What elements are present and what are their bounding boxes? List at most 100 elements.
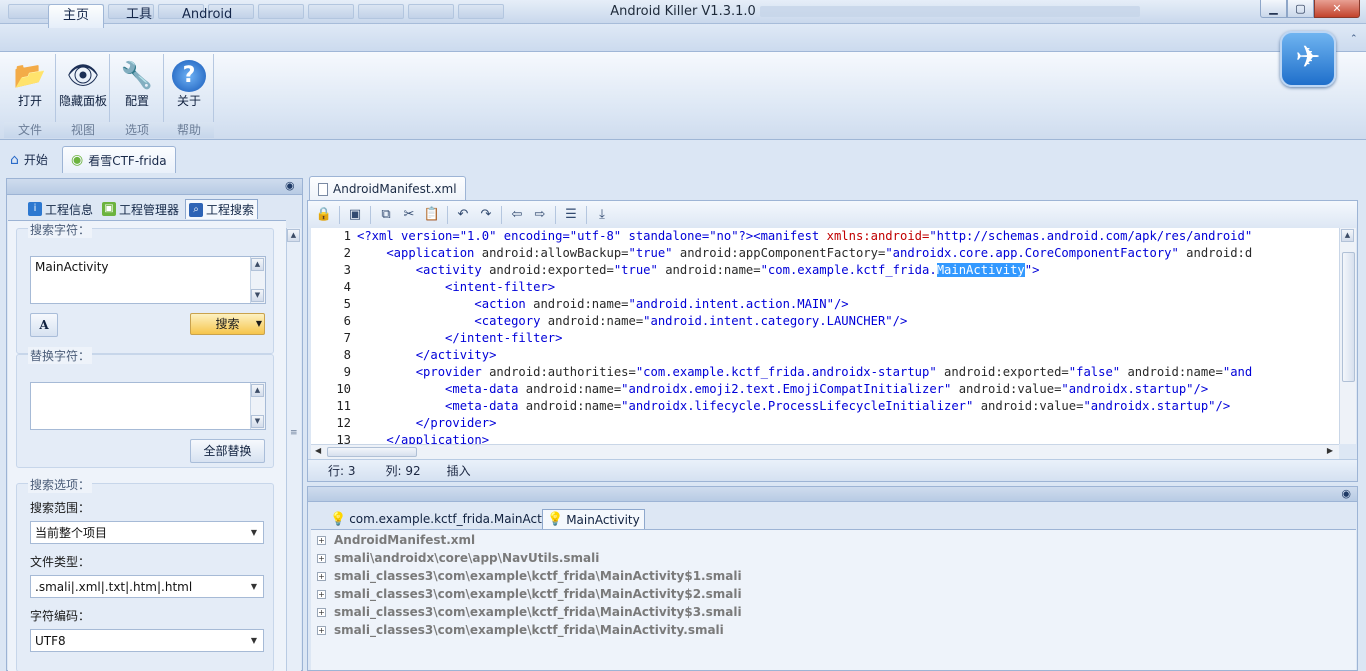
font-style-button[interactable]: A xyxy=(30,313,58,337)
copy-icon[interactable]: ⧉ xyxy=(376,205,396,225)
scroll-grip-icon[interactable]: ≡ xyxy=(290,428,298,438)
code-line[interactable]: 11 <meta-data android:name="androidx.lif… xyxy=(311,398,1339,415)
toolbar-separator xyxy=(586,205,587,224)
minimize-button[interactable]: ▁ xyxy=(1260,0,1287,18)
code-token: "androidx.startup" xyxy=(1061,382,1194,396)
scroll-up-icon[interactable]: ▲ xyxy=(251,384,264,397)
tab-project-info[interactable]: i 工程信息 xyxy=(25,199,96,219)
maximize-button[interactable]: ▢ xyxy=(1287,0,1314,18)
tree-item[interactable]: + smali\androidx\core\app\NavUtils.smali xyxy=(317,549,599,567)
editor-tab-manifest[interactable]: AndroidManifest.xml xyxy=(309,176,466,201)
code-text: </intent-filter> xyxy=(357,330,562,347)
replace-input-scrollbar[interactable]: ▲ ▼ xyxy=(250,383,265,429)
scroll-down-icon[interactable]: ▼ xyxy=(251,289,264,302)
hide-panel-button[interactable]: 👁 隐藏面板 xyxy=(58,56,108,120)
editor-frame: 🔒 ▣ ⧉ ✂ 📋 ↶ ↷ ⇦ ⇨ ☰ ⤓ 1 <?xml version="1.… xyxy=(307,200,1358,482)
save-icon[interactable]: ▣ xyxy=(345,205,365,225)
left-panel-scrollbar[interactable]: ▲ ≡ xyxy=(286,228,301,671)
ribbon-tab-tools[interactable]: 工具 xyxy=(112,4,166,28)
code-line[interactable]: 5 <action android:name="android.intent.a… xyxy=(311,296,1339,313)
redo-icon[interactable]: ↷ xyxy=(476,205,496,225)
tree-item[interactable]: + AndroidManifest.xml xyxy=(317,531,475,549)
eye-icon[interactable]: ◉ xyxy=(1341,487,1351,500)
open-button[interactable]: 📂 打开 xyxy=(5,56,55,120)
tab-label: 工程搜索 xyxy=(206,203,255,217)
code-line[interactable]: 2 <application android:allowBackup="true… xyxy=(311,245,1339,262)
code-line[interactable]: 9 <provider android:authorities="com.exa… xyxy=(311,364,1339,381)
expand-icon[interactable]: + xyxy=(317,625,326,635)
scroll-up-icon[interactable]: ▲ xyxy=(1341,229,1354,242)
format-icon[interactable]: ☰ xyxy=(561,205,581,225)
scope-select[interactable]: 当前整个项目 ▼ xyxy=(30,521,264,544)
tree-item-label: smali_classes3\com\example\kctf_frida\Ma… xyxy=(334,587,742,601)
scroll-down-icon[interactable]: ▼ xyxy=(251,415,264,428)
code-token: android:name= xyxy=(525,382,622,396)
tab-project-search[interactable]: ⌕ 工程搜索 xyxy=(185,199,259,219)
expand-icon[interactable]: + xyxy=(317,535,326,545)
code-token: "false" xyxy=(1068,365,1128,379)
search-input-scrollbar[interactable]: ▲ ▼ xyxy=(250,257,265,303)
replace-input[interactable] xyxy=(30,382,266,430)
tab-project-manager[interactable]: ▣ 工程管理器 xyxy=(99,199,182,219)
about-button[interactable]: ? 关于 xyxy=(164,56,214,120)
expand-icon[interactable]: + xyxy=(317,607,326,617)
search-button[interactable]: 搜索 ▼ xyxy=(190,313,265,335)
code-token: android:name= xyxy=(525,399,622,413)
tree-item-label: smali_classes3\com\example\kctf_frida\Ma… xyxy=(334,569,742,583)
code-token: android:value= xyxy=(980,399,1084,413)
scroll-right-icon[interactable]: ▶ xyxy=(1327,446,1333,455)
close-button[interactable]: ✕ xyxy=(1314,0,1360,18)
code-line[interactable]: 7 </intent-filter> xyxy=(311,330,1339,347)
code-token: android:allowBackup= xyxy=(481,246,629,260)
code-line[interactable]: 3 <activity android:exported="true" andr… xyxy=(311,262,1339,279)
expand-icon[interactable]: + xyxy=(317,553,326,563)
tree-item[interactable]: + smali_classes3\com\example\kctf_frida\M… xyxy=(317,585,742,603)
search-input[interactable]: MainActivity xyxy=(30,256,266,304)
tree-item[interactable]: + smali_classes3\com\example\kctf_frida\M… xyxy=(317,603,742,621)
code-line[interactable]: 4 <intent-filter> xyxy=(311,279,1339,296)
expand-icon[interactable]: + xyxy=(317,589,326,599)
scroll-thumb[interactable] xyxy=(327,447,417,457)
code-line[interactable]: 10 <meta-data android:name="androidx.emo… xyxy=(311,381,1339,398)
code-token: <intent-filter> xyxy=(357,280,556,294)
editor-vertical-scrollbar[interactable]: ▲ xyxy=(1339,228,1356,444)
insert-mode-indicator: 插入 xyxy=(446,464,471,478)
paste-icon[interactable]: 📋 xyxy=(422,205,442,225)
eye-icon[interactable]: ◉ xyxy=(285,179,295,192)
arrow-right-icon[interactable]: ⇨ xyxy=(530,205,550,225)
editor-status-bar: 行: 3 列: 92 插入 xyxy=(308,459,1357,481)
code-line[interactable]: 1 <?xml version="1.0" encoding="utf-8" st… xyxy=(311,228,1339,245)
code-line[interactable]: 12 </provider> xyxy=(311,415,1339,432)
results-tab-1[interactable]: 💡 MainActivity xyxy=(542,509,645,529)
cut-icon[interactable]: ✂ xyxy=(399,205,419,225)
code-token: "true" xyxy=(628,246,680,260)
ribbon-tab-android[interactable]: Android xyxy=(168,4,246,28)
search-group-label: 搜索字符： xyxy=(28,221,93,238)
scroll-up-icon[interactable]: ▲ xyxy=(251,258,264,271)
arrow-left-icon[interactable]: ⇦ xyxy=(507,205,527,225)
replace-all-button[interactable]: 全部替换 xyxy=(190,439,265,463)
editor-horizontal-scrollbar[interactable]: ◀ ▶ xyxy=(311,444,1339,459)
doc-tab-project[interactable]: ◉ 看雪CTF-frida xyxy=(62,146,176,173)
tree-item[interactable]: + smali_classes3\com\example\kctf_frida\M… xyxy=(317,621,724,639)
scroll-left-icon[interactable]: ◀ xyxy=(315,446,321,455)
search-panel-body: 搜索字符： MainActivity ▲ ▼ A 搜索 ▼ 替换字符： ▲ ▼ … xyxy=(8,220,286,671)
code-line[interactable]: 13 </application> xyxy=(311,432,1339,444)
tree-item[interactable]: + smali_classes3\com\example\kctf_frida\M… xyxy=(317,567,742,585)
scroll-thumb[interactable] xyxy=(1342,252,1355,382)
code-line[interactable]: 8 </activity> xyxy=(311,347,1339,364)
code-line[interactable]: 6 <category android:name="android.intent… xyxy=(311,313,1339,330)
code-editor[interactable]: 1 <?xml version="1.0" encoding="utf-8" st… xyxy=(311,228,1339,444)
expand-icon[interactable]: + xyxy=(317,571,326,581)
encoding-select[interactable]: UTF8 ▼ xyxy=(30,629,264,652)
filetype-select[interactable]: .smali|.xml|.txt|.htm|.html ▼ xyxy=(30,575,264,598)
export-icon[interactable]: ⤓ xyxy=(592,205,612,225)
scroll-up-icon[interactable]: ▲ xyxy=(287,229,300,242)
config-button[interactable]: 🔧 配置 xyxy=(112,56,162,120)
ribbon-collapse-icon[interactable]: ⌃ xyxy=(1350,34,1362,44)
results-tab-0[interactable]: 💡 com.example.kctf_frida.MainAct... xyxy=(326,509,557,529)
lock-icon[interactable]: 🔒 xyxy=(314,205,334,225)
undo-icon[interactable]: ↶ xyxy=(453,205,473,225)
ribbon-tab-home[interactable]: 主页 xyxy=(48,4,105,28)
doc-tab-start[interactable]: ⌂ 开始 xyxy=(2,146,56,173)
